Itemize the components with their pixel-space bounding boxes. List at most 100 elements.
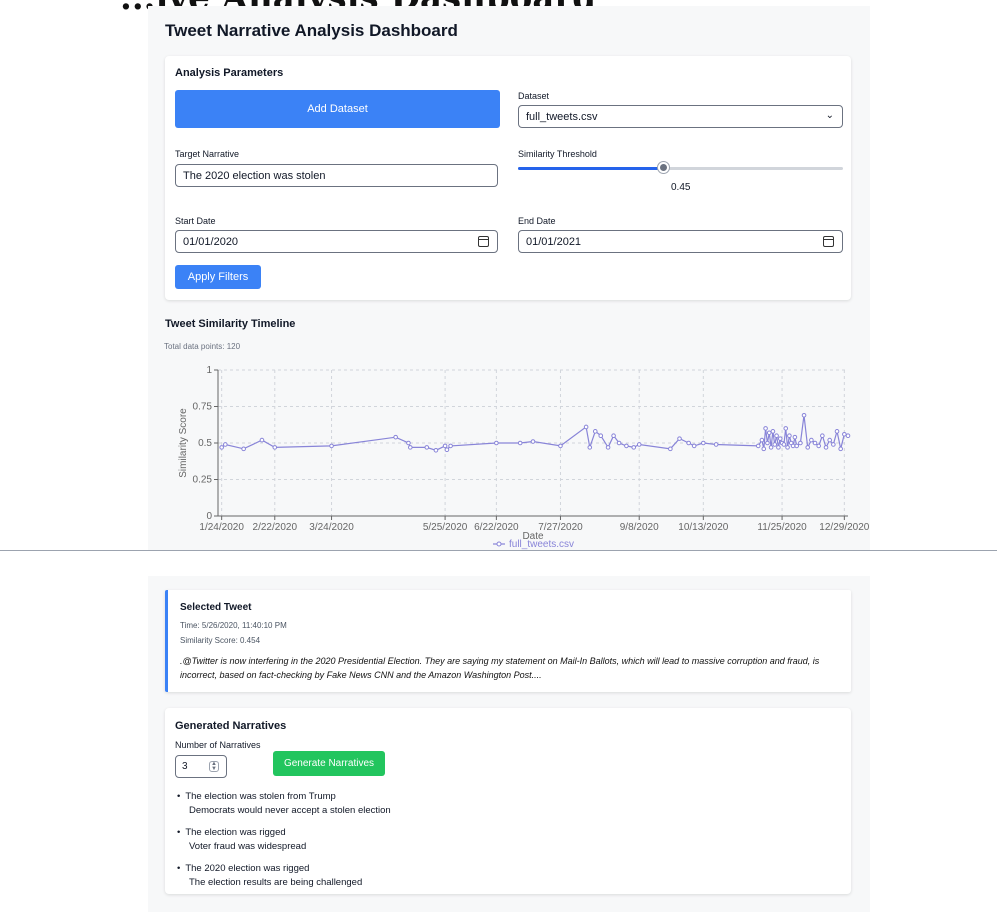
- data-point: [783, 426, 789, 431]
- data-point: [219, 445, 224, 450]
- x-tick-label: 5/25/2020: [423, 522, 468, 533]
- data-point: [583, 424, 589, 430]
- data-point: [785, 445, 790, 450]
- data-point: [842, 431, 847, 437]
- selected-tweet-time: Time: 5/26/2020, 11:40:10 PM: [180, 621, 287, 630]
- data-point: [776, 445, 781, 450]
- y-tick-label: 0.5: [198, 438, 212, 449]
- data-point: [424, 445, 430, 450]
- data-point: [838, 446, 843, 452]
- start-date-value: 01/01/2020: [183, 235, 239, 248]
- similarity-threshold-label: Similarity Threshold: [518, 149, 597, 159]
- data-point: [444, 447, 450, 453]
- target-narrative-input[interactable]: The 2020 election was stolen: [175, 164, 498, 187]
- selected-tweet-score: Similarity Score: 0.454: [180, 636, 261, 645]
- data-point: [668, 446, 673, 452]
- dataset-select[interactable]: full_tweets.csv ⌄: [518, 105, 843, 128]
- data-point: [558, 443, 563, 449]
- data-point: [636, 442, 642, 447]
- y-tick-label: 0: [206, 511, 212, 522]
- calendar-icon[interactable]: [478, 236, 489, 247]
- series-line: [221, 415, 849, 451]
- data-point: [765, 440, 770, 446]
- total-data-points: Total data points: 120: [164, 342, 241, 351]
- end-date-value: 01/01/2021: [526, 235, 582, 248]
- data-point: [766, 430, 772, 436]
- data-point: [407, 445, 413, 450]
- data-point: [616, 440, 622, 446]
- generated-narratives-title: Generated Narratives: [175, 720, 287, 732]
- divider: [0, 550, 997, 551]
- dataset-label: Dataset: [518, 91, 550, 101]
- data-point: [812, 440, 818, 446]
- data-point: [781, 442, 787, 447]
- narrative-line-1: The 2020 election was rigged: [177, 863, 309, 874]
- data-point: [816, 443, 821, 449]
- chevron-down-icon: ⌄: [825, 110, 834, 121]
- generated-narratives-card: Generated Narratives Number of Narrative…: [165, 708, 851, 894]
- data-point: [272, 445, 278, 450]
- data-point: [624, 443, 629, 449]
- page-title: Tweet Narrative Analysis Dashboard: [165, 21, 458, 40]
- calendar-icon[interactable]: [823, 236, 834, 247]
- similarity-timeline-chart: 0 0.25 0.5 0.75 1 1/24/2020 2/22/2020 3/24/2020…: [178, 365, 870, 550]
- analysis-parameters-card: Analysis Parameters Add Dataset Dataset …: [165, 56, 851, 300]
- stepper-icon[interactable]: ▲ ▼: [209, 761, 219, 772]
- data-point: [759, 437, 765, 443]
- data-point: [598, 433, 604, 438]
- end-date-label: End Date: [518, 216, 556, 226]
- data-point: [768, 445, 774, 450]
- add-dataset-button[interactable]: Add Dataset: [175, 90, 500, 128]
- y-tick-label: 0.25: [193, 475, 213, 486]
- data-point: [770, 429, 776, 434]
- narrative-line-2: Democrats would never accept a stolen el…: [189, 805, 391, 816]
- x-tick-label: 11/25/2020: [757, 522, 807, 533]
- narrative-count-input[interactable]: 3 ▲ ▼: [175, 755, 227, 778]
- slider-fill: [518, 167, 664, 170]
- list-item: The election was stolen from Trump Democ…: [177, 790, 391, 818]
- data-point: [805, 445, 811, 450]
- similarity-threshold-slider[interactable]: [518, 162, 843, 173]
- data-point: [259, 437, 265, 443]
- data-point: [517, 440, 523, 446]
- y-tick-label: 1: [206, 365, 212, 376]
- narrative-line-2: The election results are being challenge…: [189, 877, 363, 888]
- data-point: [406, 440, 411, 446]
- data-point: [831, 442, 836, 447]
- x-tick-label: 6/22/2020: [474, 522, 519, 533]
- start-date-input[interactable]: 01/01/2020: [175, 230, 498, 253]
- apply-filters-button[interactable]: Apply Filters: [175, 265, 261, 289]
- data-point: [530, 439, 536, 444]
- generate-narratives-button[interactable]: Generate Narratives: [273, 751, 385, 776]
- data-point: [611, 433, 616, 438]
- data-point: [772, 442, 778, 447]
- data-point: [631, 445, 637, 450]
- x-tick-label: 1/24/2020: [199, 522, 244, 533]
- narrative-list: The election was stolen from Trump Democ…: [177, 790, 391, 898]
- selected-tweet-text: .@Twitter is now interfering in the 2020…: [180, 656, 820, 680]
- data-point: [223, 442, 228, 447]
- data-point: [823, 445, 829, 450]
- data-point: [241, 446, 246, 452]
- legend-label: full_tweets.csv: [509, 539, 574, 550]
- data-point: [691, 443, 697, 449]
- data-point: [761, 446, 767, 452]
- slider-thumb[interactable]: [658, 162, 669, 173]
- narrative-line-1: The election was stolen from Trump: [177, 791, 336, 802]
- data-point: [845, 433, 851, 438]
- timeline-title: Tweet Similarity Timeline: [165, 318, 296, 330]
- selected-tweet-card: Selected Tweet Time: 5/26/2020, 11:40:10…: [165, 590, 851, 692]
- data-point: [834, 429, 840, 434]
- data-point: [801, 412, 807, 418]
- data-point: [587, 445, 593, 450]
- selected-tweet-title: Selected Tweet: [180, 602, 252, 613]
- data-point: [777, 436, 783, 441]
- data-point: [763, 426, 768, 431]
- end-date-input[interactable]: 01/01/2021: [518, 230, 843, 253]
- data-point: [809, 437, 814, 443]
- narrative-count-label: Number of Narratives: [175, 740, 261, 750]
- data-point: [798, 440, 803, 446]
- data-point: [442, 443, 448, 449]
- start-date-label: Start Date: [175, 216, 216, 226]
- data-point: [433, 448, 439, 453]
